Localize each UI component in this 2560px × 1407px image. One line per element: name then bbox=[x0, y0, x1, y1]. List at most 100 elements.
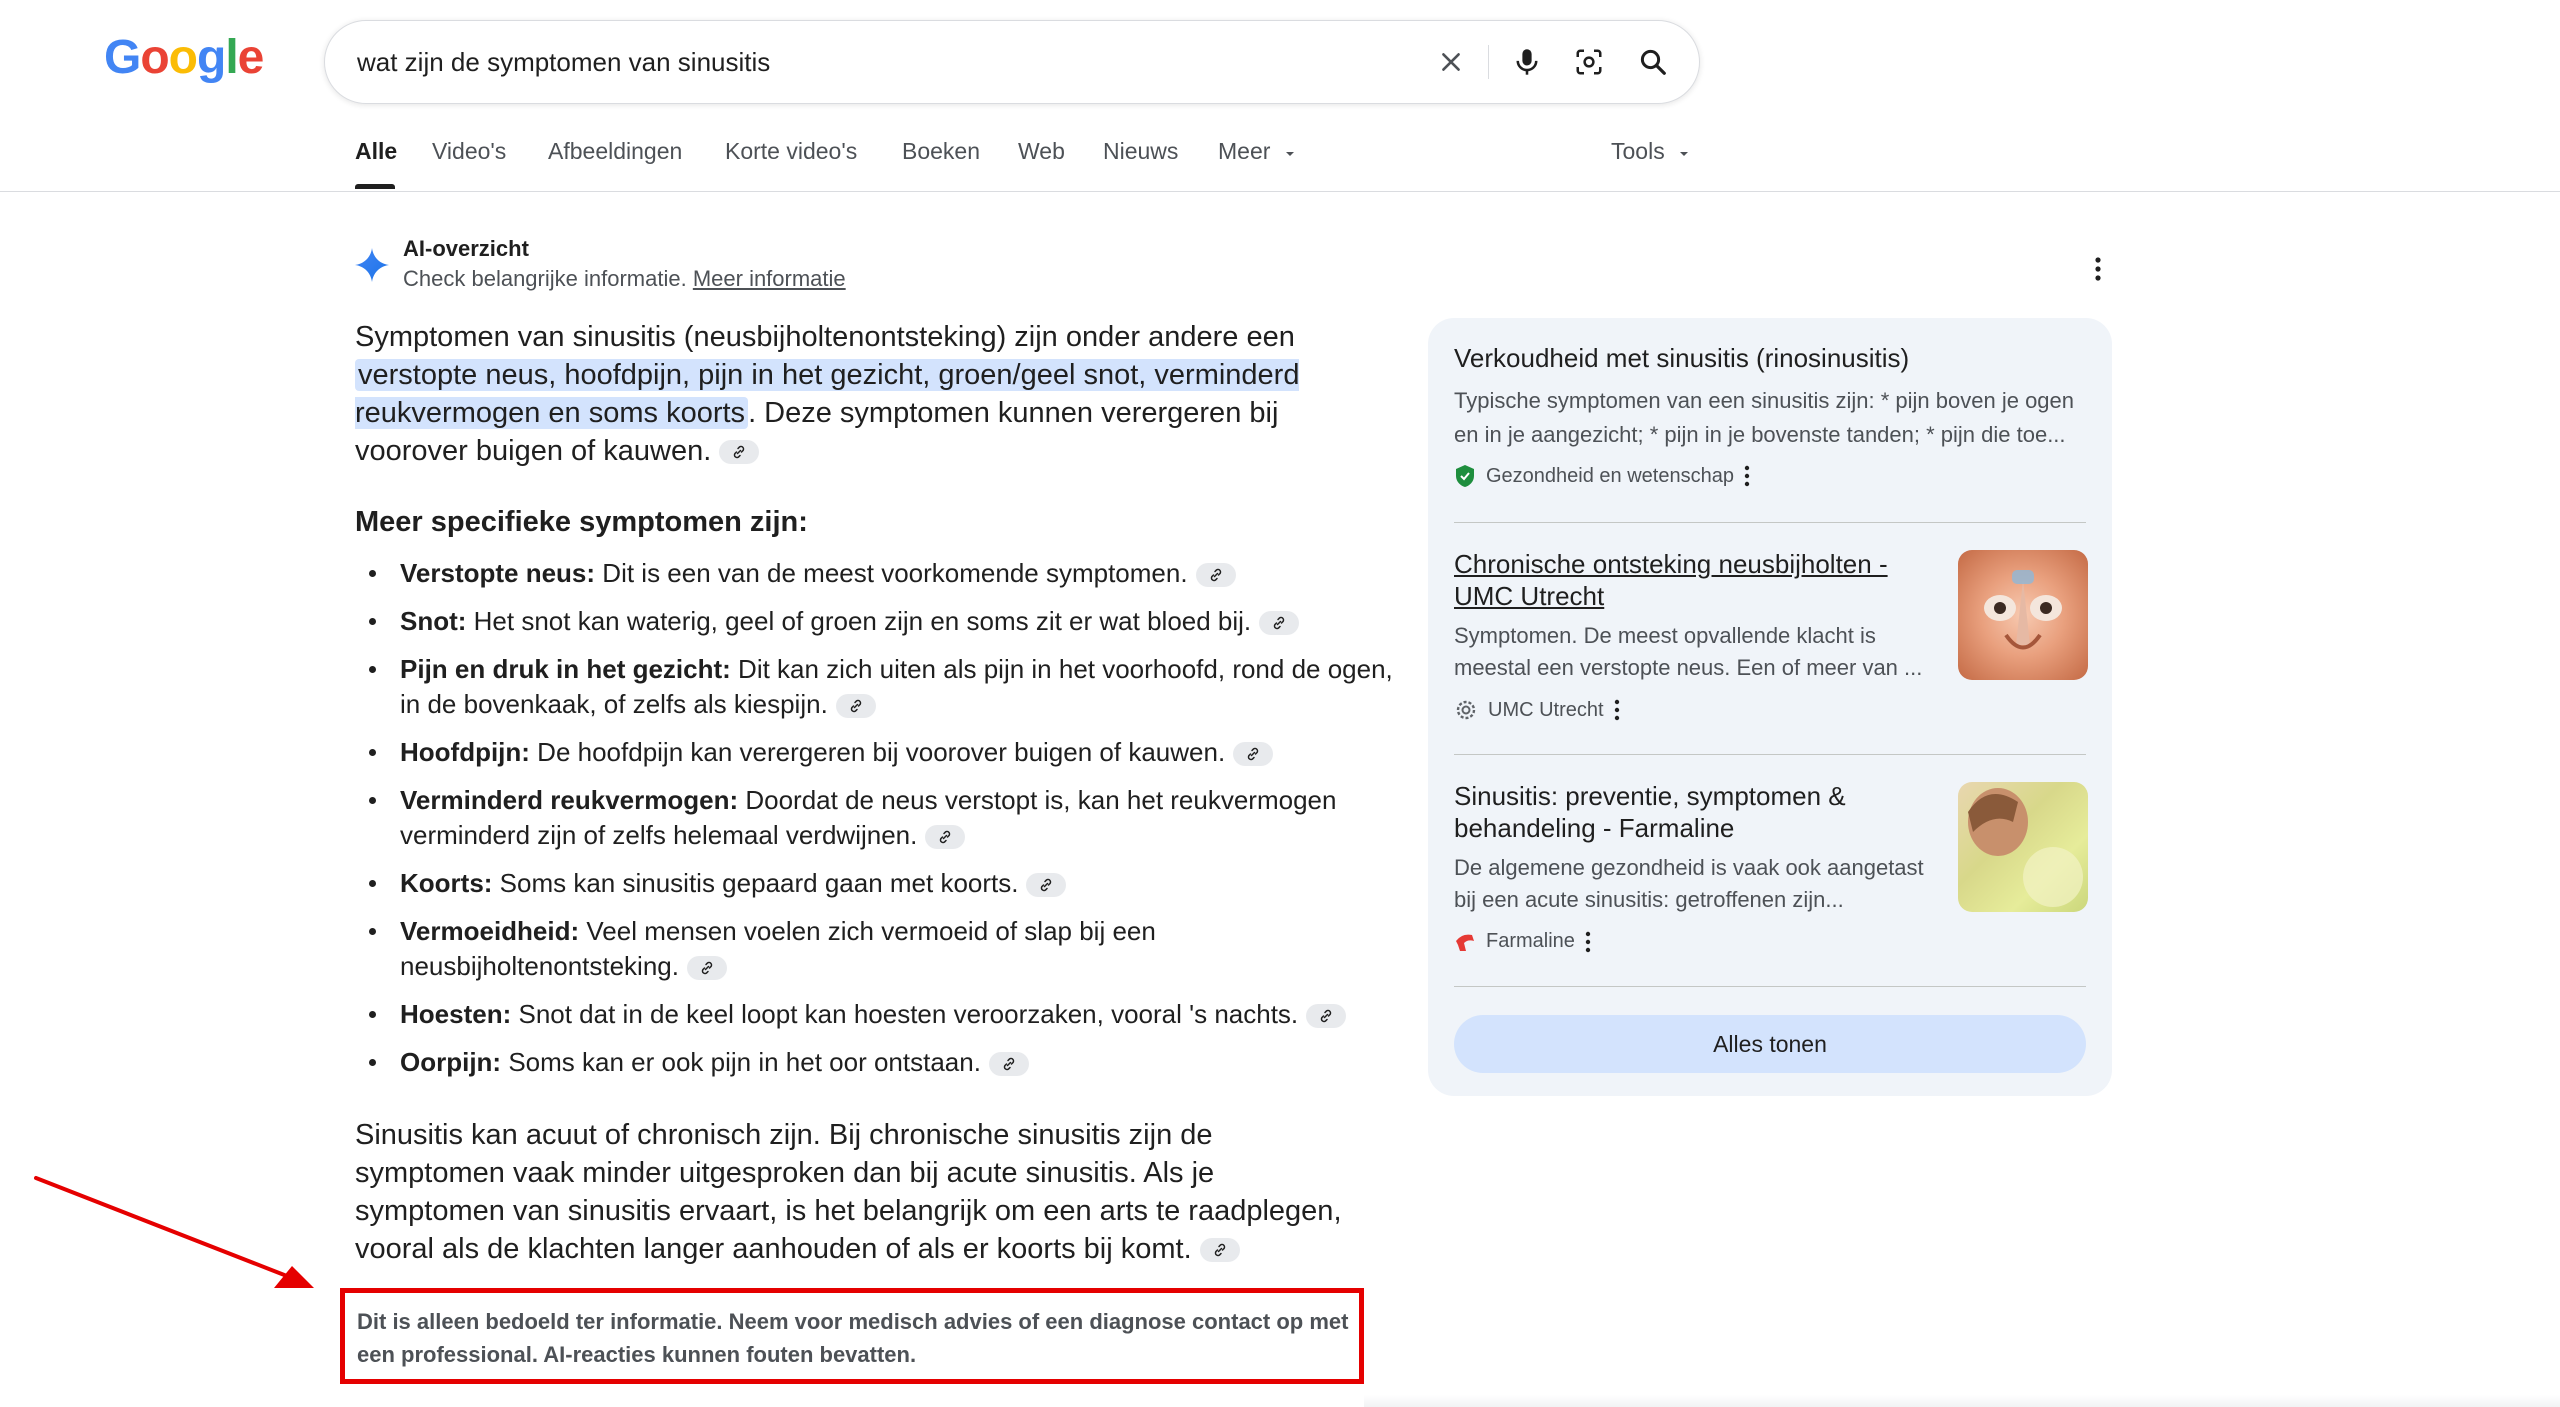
source-snippet: Typische symptomen van een sinusitis zij… bbox=[1454, 388, 2075, 447]
symptom-term: Verstopte neus: bbox=[400, 558, 596, 588]
list-item: Vermoeidheid: Veel mensen voelen zich ve… bbox=[369, 914, 1400, 984]
annotation-arrow bbox=[34, 1176, 314, 1288]
source-divider bbox=[1454, 986, 2086, 987]
more-options-icon[interactable] bbox=[1744, 465, 1750, 487]
tab-nieuws[interactable]: Nieuws bbox=[1103, 138, 1178, 165]
search-icon[interactable] bbox=[1633, 42, 1673, 82]
tab-web[interactable]: Web bbox=[1018, 138, 1065, 165]
symptom-term: Pijn en druk in het gezicht: bbox=[400, 654, 731, 684]
symptom-term: Verminderd reukvermogen: bbox=[400, 785, 739, 815]
search-box[interactable]: wat zijn de symptomen van sinusitis bbox=[324, 20, 1700, 104]
sinus-illustration bbox=[1984, 570, 2062, 650]
show-all-label: Alles tonen bbox=[1713, 1030, 1827, 1057]
symptom-text: Dit is een van de meest voorkomende symp… bbox=[595, 558, 1188, 588]
source-link-icon[interactable] bbox=[1233, 742, 1274, 767]
source-title[interactable]: Verkoudheid met sinusitis (rinosinusitis… bbox=[1454, 342, 2086, 374]
source-card[interactable]: Sinusitis: preventie, symptomen & behand… bbox=[1454, 780, 1944, 916]
source-snippet: De algemene gezondheid is vaak ook aange… bbox=[1454, 855, 1924, 912]
source-card[interactable]: Verkoudheid met sinusitis (rinosinusitis… bbox=[1454, 342, 2086, 452]
symptom-term: Oorpijn: bbox=[400, 1047, 502, 1077]
logo-letter-o1: o bbox=[140, 31, 169, 84]
source-title[interactable]: Sinusitis: preventie, symptomen & behand… bbox=[1454, 780, 1944, 844]
caret-down-icon bbox=[1285, 152, 1294, 156]
symptom-list: Verstopte neus: Dit is een van de meest … bbox=[355, 556, 1400, 1093]
tab-meer[interactable]: Meer bbox=[1218, 138, 1297, 165]
source-divider bbox=[1454, 522, 2086, 523]
symptom-text: Soms kan sinusitis gepaard gaan met koor… bbox=[492, 868, 1019, 898]
google-logo[interactable]: Google bbox=[104, 30, 265, 85]
sources-panel: Verkoudheid met sinusitis (rinosinusitis… bbox=[1428, 318, 2112, 1096]
more-options-icon[interactable] bbox=[1585, 931, 1591, 953]
sinus-anatomy-thumbnail[interactable] bbox=[1958, 550, 2088, 680]
source-link-icon[interactable] bbox=[686, 956, 727, 981]
show-all-button[interactable]: Alles tonen bbox=[1454, 1015, 2086, 1073]
source-link-icon[interactable] bbox=[1259, 611, 1300, 636]
tools-label: Tools bbox=[1611, 138, 1665, 164]
source-site: UMC Utrecht bbox=[1454, 698, 1620, 722]
active-tab-indicator bbox=[355, 184, 395, 189]
closing-text: Sinusitis kan acuut of chronisch zijn. B… bbox=[355, 1119, 1342, 1265]
search-divider bbox=[1488, 45, 1489, 79]
list-item: Hoesten: Snot dat in de keel loopt kan h… bbox=[369, 997, 1400, 1032]
tools-button[interactable]: Tools bbox=[1611, 138, 1691, 165]
ai-overview-subtitle: Check belangrijke informatie. Meer infor… bbox=[403, 266, 846, 292]
symptom-term: Koorts: bbox=[400, 868, 493, 898]
source-site: Gezondheid en wetenschap bbox=[1454, 464, 1750, 488]
ai-overview-intro: Symptomen van sinusitis (neusbijholtenon… bbox=[355, 318, 1355, 470]
list-item: Verstopte neus: Dit is een van de meest … bbox=[369, 556, 1400, 591]
ai-disclaimer-text: Dit is alleen bedoeld ter informatie. Ne… bbox=[357, 1309, 1349, 1367]
logo-letter-e: e bbox=[237, 31, 265, 84]
gemini-sparkle-icon bbox=[355, 248, 389, 282]
caret-down-icon bbox=[1680, 152, 1689, 156]
list-item: Verminderd reukvermogen: Doordat de neus… bbox=[369, 783, 1400, 853]
tab-korte-videos[interactable]: Korte video's bbox=[725, 138, 857, 165]
more-options-icon[interactable] bbox=[2085, 254, 2111, 284]
tab-boeken[interactable]: Boeken bbox=[902, 138, 980, 165]
logo-letter-g: G bbox=[104, 31, 141, 84]
source-divider bbox=[1454, 754, 2086, 755]
symptom-text: Het snot kan waterig, geel of groen zijn… bbox=[466, 606, 1252, 636]
lens-camera-icon[interactable] bbox=[1569, 42, 1609, 82]
closing-paragraph: Sinusitis kan acuut of chronisch zijn. B… bbox=[355, 1116, 1355, 1268]
tab-afbeeldingen[interactable]: Afbeeldingen bbox=[548, 138, 682, 165]
source-link-icon[interactable] bbox=[1026, 873, 1067, 898]
more-info-link[interactable]: Meer informatie bbox=[693, 266, 846, 291]
symptom-term: Vermoeidheid: bbox=[400, 916, 580, 946]
source-site-name: UMC Utrecht bbox=[1488, 698, 1604, 721]
list-item: Oorpijn: Soms kan er ook pijn in het oor… bbox=[369, 1045, 1400, 1080]
logo-letter-l: l bbox=[225, 31, 238, 84]
gear-icon bbox=[1456, 700, 1476, 720]
source-link-icon[interactable] bbox=[1199, 1238, 1240, 1263]
symptom-text: De hoofdpijn kan verergeren bij voorover… bbox=[529, 737, 1226, 767]
list-item: Pijn en druk in het gezicht: Dit kan zic… bbox=[369, 652, 1400, 722]
source-link-icon[interactable] bbox=[719, 440, 760, 465]
symptom-text: Soms kan er ook pijn in het oor ontstaan… bbox=[501, 1047, 981, 1077]
source-link-icon[interactable] bbox=[925, 825, 966, 850]
more-options-icon[interactable] bbox=[1614, 699, 1620, 721]
header-divider bbox=[0, 191, 2560, 192]
source-link-icon[interactable] bbox=[835, 694, 876, 719]
intro-paragraph: Symptomen van sinusitis (neusbijholtenon… bbox=[355, 318, 1355, 470]
source-link-icon[interactable] bbox=[1195, 563, 1236, 588]
person-sneezing-image bbox=[1968, 788, 2083, 907]
source-snippet: Symptomen. De meest opvallende klacht is… bbox=[1454, 623, 1923, 680]
tab-meer-label: Meer bbox=[1218, 138, 1271, 164]
farmaline-thumbnail[interactable] bbox=[1958, 782, 2088, 912]
symptom-term: Hoesten: bbox=[400, 999, 512, 1029]
microphone-icon[interactable] bbox=[1507, 42, 1547, 82]
symptom-text: Snot dat in de keel loopt kan hoesten ve… bbox=[511, 999, 1299, 1029]
source-link-icon[interactable] bbox=[988, 1052, 1029, 1077]
clear-icon[interactable] bbox=[1431, 42, 1471, 82]
source-title[interactable]: Chronische ontsteking neusbijholten - UM… bbox=[1454, 548, 1944, 612]
tab-videos[interactable]: Video's bbox=[432, 138, 506, 165]
search-input[interactable]: wat zijn de symptomen van sinusitis bbox=[357, 21, 770, 103]
closing-block: Sinusitis kan acuut of chronisch zijn. B… bbox=[355, 1116, 1355, 1268]
source-site-name: Gezondheid en wetenschap bbox=[1486, 464, 1734, 487]
tab-alle[interactable]: Alle bbox=[355, 138, 397, 165]
list-item: Koorts: Soms kan sinusitis gepaard gaan … bbox=[369, 866, 1400, 901]
source-link-icon[interactable] bbox=[1306, 1004, 1347, 1029]
logo-letter-o2: o bbox=[168, 31, 198, 84]
page-bottom-fade bbox=[1364, 1395, 2560, 1407]
shield-icon bbox=[1456, 465, 1474, 487]
source-card[interactable]: Chronische ontsteking neusbijholten - UM… bbox=[1454, 548, 1944, 684]
